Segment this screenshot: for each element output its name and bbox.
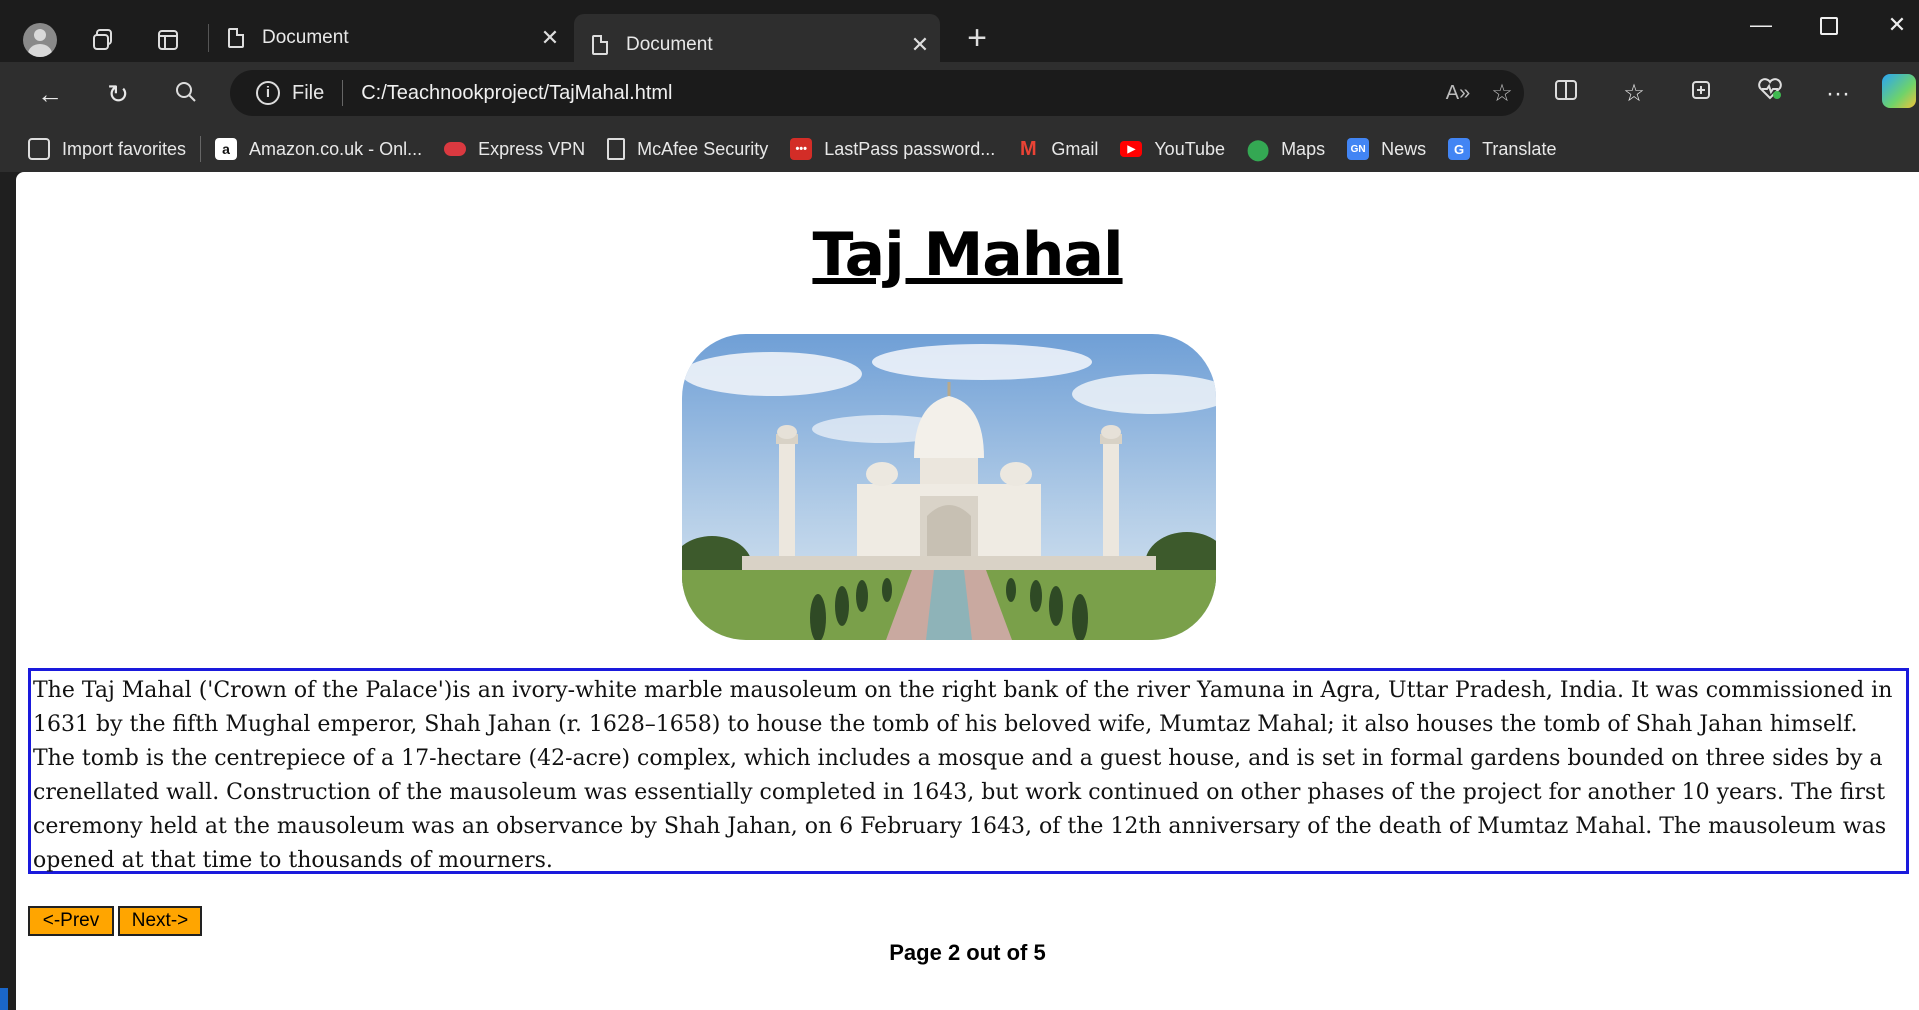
collections-icon[interactable] <box>1680 72 1724 116</box>
favorite-youtube[interactable]: ▶ YouTube <box>1120 139 1225 160</box>
page-title: Taj Mahal <box>812 220 1123 290</box>
tab-close-icon[interactable]: ✕ <box>900 32 940 58</box>
favorite-label: Gmail <box>1051 138 1099 159</box>
expressvpn-icon <box>444 142 467 156</box>
split-screen-icon[interactable] <box>1544 72 1588 116</box>
favorite-star-icon[interactable]: ☆ <box>1480 79 1524 108</box>
copilot-icon[interactable] <box>1882 74 1916 108</box>
favorite-label: Translate <box>1482 138 1557 159</box>
news-icon: GN <box>1347 138 1370 160</box>
back-button[interactable]: ← <box>28 72 72 116</box>
favorite-label: YouTube <box>1154 138 1226 159</box>
navigation-toolbar: ← ↻ i File C:/Teachnookproject/TajMahal.… <box>0 62 1919 126</box>
maximize-button[interactable] <box>1796 0 1862 52</box>
tab-label: Document <box>626 34 713 55</box>
document-icon <box>228 28 244 48</box>
youtube-icon: ▶ <box>1120 141 1143 157</box>
page-viewport: Taj Mahal The Taj Mahal ('Crown of the P… <box>16 172 1919 1010</box>
minimize-button[interactable]: — <box>1728 0 1794 52</box>
translate-icon: G <box>1448 138 1471 160</box>
favorite-label: Amazon.co.uk - Onl... <box>249 138 423 159</box>
scheme-label: File <box>292 81 325 104</box>
favorite-amazon[interactable]: a Amazon.co.uk - Onl... <box>215 138 422 160</box>
tab-document-1[interactable]: Document ✕ <box>210 14 570 62</box>
info-icon[interactable]: i <box>256 81 280 105</box>
import-icon <box>28 138 50 160</box>
favorites-icon[interactable]: ☆ <box>1612 72 1656 116</box>
favorite-label: Express VPN <box>478 138 586 159</box>
favorite-news[interactable]: GN News <box>1347 138 1426 160</box>
page-indicator: Page 2 out of 5 <box>889 940 1046 965</box>
gmail-icon: M <box>1019 137 1037 160</box>
workspaces-icon[interactable] <box>82 18 126 62</box>
close-window-button[interactable]: ✕ <box>1864 0 1919 52</box>
favorite-label: McAfee Security <box>637 138 769 159</box>
read-aloud-icon[interactable]: A» <box>1436 82 1480 105</box>
favorite-import[interactable]: Import favorites <box>28 138 186 160</box>
favorite-label: Maps <box>1281 138 1326 159</box>
tab-label: Document <box>262 27 349 48</box>
new-tab-button[interactable]: + <box>955 18 999 62</box>
sidebar-strip <box>0 172 16 1010</box>
document-icon <box>592 35 608 55</box>
tab-separator <box>208 24 209 52</box>
refresh-button[interactable]: ↻ <box>96 72 140 116</box>
search-icon <box>176 82 196 102</box>
more-options-icon[interactable]: ··· <box>1816 72 1860 116</box>
favorite-label: News <box>1381 138 1427 159</box>
prev-button[interactable]: <-Prev <box>28 906 114 936</box>
browser-essentials-icon[interactable] <box>1748 72 1792 116</box>
profile-avatar[interactable] <box>18 18 62 62</box>
favorite-maps[interactable]: ⬤ Maps <box>1246 138 1326 161</box>
url-text[interactable]: C:/Teachnookproject/TajMahal.html <box>361 82 1436 105</box>
tab-actions-icon[interactable] <box>146 18 190 62</box>
favorites-divider <box>200 136 202 162</box>
page-icon <box>607 138 626 160</box>
favorites-bar: Import favorites a Amazon.co.uk - Onl...… <box>0 126 1919 172</box>
amazon-icon: a <box>215 138 238 160</box>
favorite-label: Import favorites <box>62 138 187 159</box>
description-box: The Taj Mahal ('Crown of the Palace')is … <box>28 668 1909 874</box>
search-button[interactable] <box>164 72 208 116</box>
favorite-expressvpn[interactable]: Express VPN <box>444 139 585 160</box>
favorite-gmail[interactable]: M Gmail <box>1017 138 1098 160</box>
lastpass-icon: ••• <box>790 138 813 160</box>
address-bar[interactable]: i File C:/Teachnookproject/TajMahal.html… <box>230 70 1524 116</box>
favorite-label: LastPass password... <box>824 138 996 159</box>
avatar-icon <box>23 23 57 57</box>
favorite-lastpass[interactable]: ••• LastPass password... <box>790 138 995 160</box>
next-button[interactable]: Next-> <box>118 906 202 936</box>
address-separator <box>342 80 344 106</box>
favorite-mcafee[interactable]: McAfee Security <box>607 138 768 160</box>
taj-mahal-image <box>682 334 1216 640</box>
favorite-translate[interactable]: G Translate <box>1448 138 1556 160</box>
tab-close-icon[interactable]: ✕ <box>530 25 570 51</box>
taj-mahal-illustration <box>682 334 1216 640</box>
maps-icon: ⬤ <box>1246 138 1270 161</box>
